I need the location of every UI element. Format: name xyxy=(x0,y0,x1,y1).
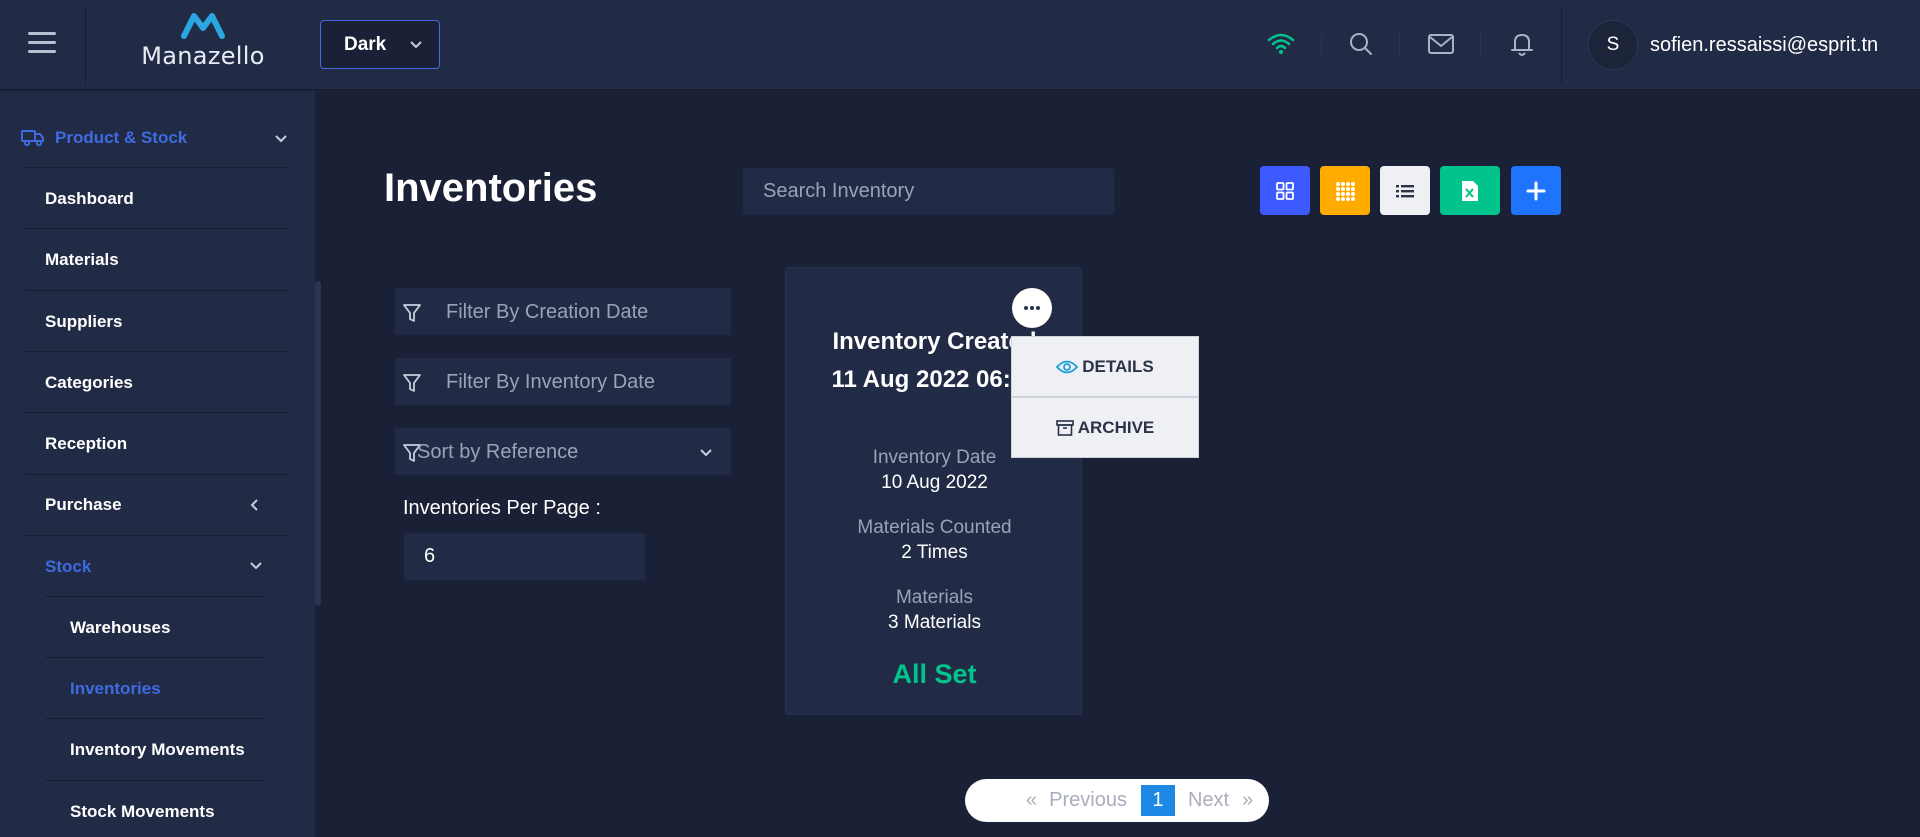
per-page-label: Inventories Per Page : xyxy=(403,497,601,519)
sidebar: Product & Stock Dashboard Materials Supp… xyxy=(0,91,315,837)
materials-counted-value: 2 Times xyxy=(901,542,968,563)
theme-select-value: Dark xyxy=(344,33,387,55)
sort-select-value: Sort by Reference xyxy=(417,441,579,463)
sidebar-item-dashboard[interactable]: Dashboard xyxy=(45,189,134,209)
divider xyxy=(45,657,264,658)
divider xyxy=(1561,6,1562,84)
bell-icon[interactable] xyxy=(1507,29,1537,59)
search-input[interactable] xyxy=(742,167,1115,216)
divider xyxy=(25,167,289,168)
menu-item-details[interactable]: DETAILS xyxy=(1011,336,1199,397)
ellipsis-icon xyxy=(1024,306,1040,310)
materials-counted-label: Materials Counted xyxy=(857,517,1012,538)
chevron-down-icon[interactable] xyxy=(249,559,263,573)
divider xyxy=(25,290,289,291)
divider xyxy=(25,535,289,536)
avatar: S xyxy=(1588,20,1638,70)
sidebar-item-suppliers[interactable]: Suppliers xyxy=(45,312,122,332)
pagination-previous[interactable]: Previous xyxy=(1049,789,1127,812)
filter-creation-date-placeholder: Filter By Creation Date xyxy=(446,301,649,323)
list-icon xyxy=(1396,184,1414,197)
sidebar-item-purchase[interactable]: Purchase xyxy=(45,495,122,515)
user-menu[interactable]: S sofien.ressaissi@esprit.tn xyxy=(1588,20,1878,70)
menu-item-archive[interactable]: ARCHIVE xyxy=(1011,397,1199,458)
inventory-date-value: 10 Aug 2022 xyxy=(881,472,988,493)
pagination-first[interactable]: « xyxy=(1026,789,1037,812)
divider xyxy=(1480,33,1481,57)
sidebar-item-materials[interactable]: Materials xyxy=(45,250,119,270)
excel-file-icon xyxy=(1462,180,1478,201)
divider xyxy=(45,596,264,597)
materials-label: Materials xyxy=(895,587,974,608)
sidebar-item-inventories[interactable]: Inventories xyxy=(70,679,161,699)
materials-value: 3 Materials xyxy=(888,612,981,633)
divider xyxy=(85,6,86,84)
export-excel-button[interactable] xyxy=(1440,166,1500,215)
filter-inventory-date[interactable]: Filter By Inventory Date xyxy=(394,357,732,406)
pagination-page-1[interactable]: 1 xyxy=(1140,785,1175,816)
sidebar-section-product-stock[interactable]: Product & Stock xyxy=(55,128,187,148)
per-page-input[interactable]: 6 xyxy=(403,532,646,581)
list-view-button[interactable] xyxy=(1380,166,1430,215)
more-options-button[interactable] xyxy=(1012,288,1052,328)
mail-icon[interactable] xyxy=(1426,29,1456,59)
user-email: sofien.ressaissi@esprit.tn xyxy=(1650,33,1879,56)
filter-icon xyxy=(403,304,421,322)
compact-grid-view-button[interactable] xyxy=(1320,166,1370,215)
inventory-card: Inventory Created 11 Aug 2022 06:27 Inve… xyxy=(785,267,1082,715)
scrollbar-thumb[interactable] xyxy=(315,281,321,606)
divider xyxy=(45,718,264,719)
sidebar-scrollbar[interactable] xyxy=(315,91,321,837)
search-icon[interactable] xyxy=(1346,29,1376,59)
grid-small-icon xyxy=(1336,181,1355,201)
divider xyxy=(1321,33,1322,57)
top-bar: Manazello Dark S sofien.ressaissi@esprit… xyxy=(0,0,1920,90)
plus-icon xyxy=(1526,181,1546,200)
sidebar-item-inventory-movements[interactable]: Inventory Movements xyxy=(70,740,245,760)
divider xyxy=(25,228,289,229)
filter-creation-date[interactable]: Filter By Creation Date xyxy=(394,287,732,336)
chevron-down-icon xyxy=(410,41,422,49)
truck-icon xyxy=(21,130,44,147)
sort-select[interactable]: Sort by Reference xyxy=(394,427,732,476)
pagination-last[interactable]: » xyxy=(1242,789,1253,812)
chevron-left-icon[interactable] xyxy=(248,498,262,512)
filter-icon xyxy=(403,374,421,392)
filter-inventory-date-placeholder: Filter By Inventory Date xyxy=(446,371,655,393)
sidebar-item-stock[interactable]: Stock xyxy=(45,557,91,577)
divider xyxy=(1399,33,1400,57)
page-title: Inventories xyxy=(384,166,598,210)
grid-icon xyxy=(1276,181,1294,200)
divider xyxy=(25,351,289,352)
sidebar-item-stock-movements[interactable]: Stock Movements xyxy=(70,802,215,822)
pagination-next[interactable]: Next xyxy=(1188,789,1229,812)
theme-select[interactable]: Dark xyxy=(320,20,440,69)
sidebar-item-warehouses[interactable]: Warehouses xyxy=(70,618,170,638)
sidebar-item-reception[interactable]: Reception xyxy=(45,434,127,454)
divider xyxy=(25,412,289,413)
status-badge: All Set xyxy=(892,659,977,689)
menu-item-archive-label: ARCHIVE xyxy=(1077,417,1155,437)
archive-icon xyxy=(1055,419,1074,436)
chevron-down-icon xyxy=(700,449,712,457)
menu-item-details-label: DETAILS xyxy=(1082,356,1154,376)
add-inventory-button[interactable] xyxy=(1511,166,1561,215)
chevron-down-icon[interactable] xyxy=(274,132,288,146)
sidebar-item-categories[interactable]: Categories xyxy=(45,373,133,393)
hamburger-menu-icon[interactable] xyxy=(28,32,56,54)
pagination: « Previous 1 Next » xyxy=(965,779,1269,822)
brand-name: Manazello xyxy=(141,42,265,70)
grid-view-button[interactable] xyxy=(1260,166,1310,215)
brand-logo[interactable]: Manazello xyxy=(132,10,274,76)
wifi-icon[interactable] xyxy=(1266,29,1296,59)
logo-icon xyxy=(181,13,225,39)
divider xyxy=(45,780,264,781)
eye-icon xyxy=(1056,360,1079,373)
divider xyxy=(25,474,289,475)
